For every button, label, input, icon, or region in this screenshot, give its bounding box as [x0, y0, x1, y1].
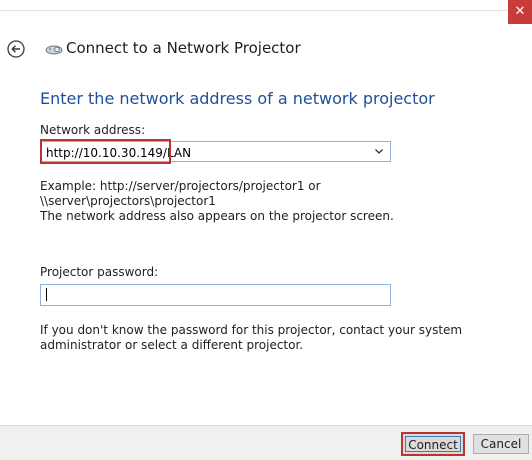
help-line-2: administrator or select a different proj…	[40, 338, 304, 352]
cancel-button[interactable]: Cancel	[473, 434, 529, 454]
example-text: Example: http://server/projectors/projec…	[40, 179, 394, 224]
example-line-1: Example: http://server/projectors/projec…	[40, 179, 321, 193]
example-line-2: \\server\projectors\projector1	[40, 194, 216, 208]
connect-button[interactable]: Connect	[401, 432, 465, 456]
projector-password-field[interactable]	[40, 284, 391, 306]
chevron-down-icon[interactable]	[374, 146, 384, 156]
back-arrow-icon[interactable]	[7, 40, 25, 58]
projector-icon	[45, 45, 63, 55]
example-line-3: The network address also appears on the …	[40, 209, 394, 223]
projector-password-label: Projector password:	[40, 265, 159, 279]
title-bar-divider	[0, 10, 508, 11]
password-help-text: If you don't know the password for this …	[40, 323, 462, 353]
help-line-1: If you don't know the password for this …	[40, 323, 463, 337]
close-button[interactable]: ✕	[508, 0, 532, 24]
network-address-label: Network address:	[40, 123, 146, 137]
page-heading: Enter the network address of a network p…	[40, 89, 435, 108]
connect-button-label: Connect	[408, 438, 458, 452]
close-icon: ✕	[514, 4, 526, 19]
text-caret	[46, 288, 47, 301]
window-title: Connect to a Network Projector	[66, 39, 301, 57]
address-highlight	[40, 139, 171, 164]
